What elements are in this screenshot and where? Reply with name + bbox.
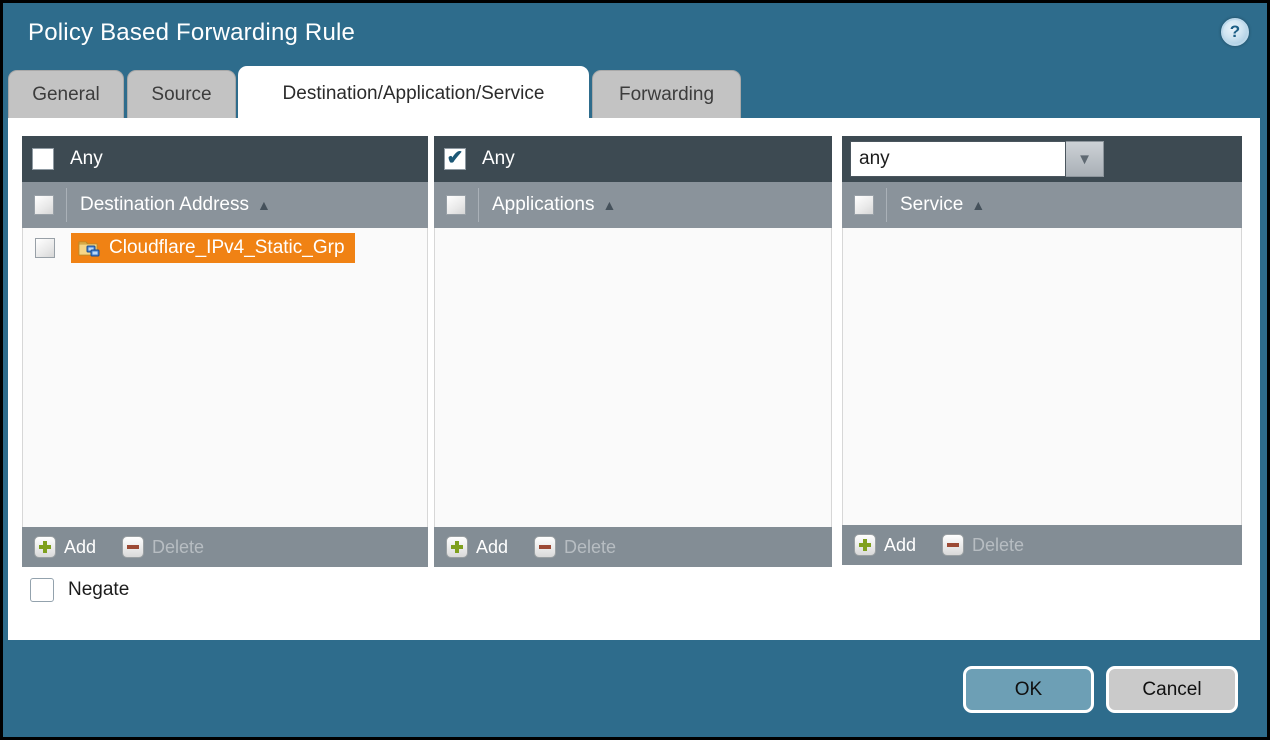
list-item: Cloudflare_IPv4_Static_Grp xyxy=(23,228,427,268)
service-dropdown-value[interactable]: any xyxy=(850,141,1066,177)
destination-delete-button[interactable]: Delete xyxy=(122,536,204,558)
negate-row: Negate xyxy=(30,578,129,602)
service-header[interactable]: Service ▲ xyxy=(842,182,1242,228)
applications-footer: Add Delete xyxy=(434,527,832,567)
sort-ascending-icon: ▲ xyxy=(257,197,271,213)
delete-icon xyxy=(122,536,144,558)
sort-ascending-icon: ▲ xyxy=(971,197,985,213)
header-divider xyxy=(478,188,479,222)
destination-address-header[interactable]: Destination Address ▲ xyxy=(22,182,428,228)
add-icon xyxy=(34,536,56,558)
service-footer: Add Delete xyxy=(842,525,1242,565)
cancel-button[interactable]: Cancel xyxy=(1106,666,1238,713)
service-dropdown: any ▼ xyxy=(850,141,1104,177)
applications-delete-button[interactable]: Delete xyxy=(534,536,616,558)
add-button-label: Add xyxy=(64,537,96,558)
applications-select-all-checkbox[interactable] xyxy=(446,195,466,215)
destination-header-label: Destination Address xyxy=(80,194,249,216)
service-any-bar: any ▼ xyxy=(842,136,1242,182)
tab-forwarding[interactable]: Forwarding xyxy=(592,70,741,118)
negate-label: Negate xyxy=(68,579,129,601)
delete-button-label: Delete xyxy=(152,537,204,558)
service-select-all-checkbox[interactable] xyxy=(854,195,874,215)
add-button-label: Add xyxy=(476,537,508,558)
header-divider xyxy=(66,188,67,222)
applications-any-checkbox[interactable]: ✔ xyxy=(444,148,466,170)
applications-list xyxy=(434,228,832,527)
negate-checkbox[interactable] xyxy=(30,578,54,602)
applications-header[interactable]: Applications ▲ xyxy=(434,182,832,228)
destination-item-cloudflare-grp[interactable]: Cloudflare_IPv4_Static_Grp xyxy=(71,233,355,263)
add-icon xyxy=(446,536,468,558)
tab-content-panel: Any Destination Address ▲ xyxy=(8,118,1260,640)
checkmark-icon: ✔ xyxy=(447,148,464,168)
delete-button-label: Delete xyxy=(564,537,616,558)
destination-item-label: Cloudflare_IPv4_Static_Grp xyxy=(109,237,345,259)
destination-any-bar: Any xyxy=(22,136,428,182)
dialog-title: Policy Based Forwarding Rule xyxy=(28,19,355,47)
add-button-label: Add xyxy=(884,535,916,556)
service-list xyxy=(842,228,1242,525)
address-group-icon xyxy=(77,238,101,258)
applications-column: ✔ Any Applications ▲ Add Delete xyxy=(434,136,832,567)
destination-any-label: Any xyxy=(70,148,103,170)
service-dropdown-button[interactable]: ▼ xyxy=(1066,141,1104,177)
destination-address-column: Any Destination Address ▲ xyxy=(22,136,428,567)
applications-add-button[interactable]: Add xyxy=(446,536,508,558)
tab-general[interactable]: General xyxy=(8,70,124,118)
destination-select-all-checkbox[interactable] xyxy=(34,195,54,215)
header-divider xyxy=(886,188,887,222)
destination-footer: Add Delete xyxy=(22,527,428,567)
destination-address-list: Cloudflare_IPv4_Static_Grp xyxy=(22,228,428,527)
destination-item-checkbox[interactable] xyxy=(35,238,55,258)
service-add-button[interactable]: Add xyxy=(854,534,916,556)
help-icon[interactable]: ? xyxy=(1221,18,1249,46)
applications-any-label: Any xyxy=(482,148,515,170)
chevron-down-icon: ▼ xyxy=(1077,151,1092,168)
delete-button-label: Delete xyxy=(972,535,1024,556)
tab-source[interactable]: Source xyxy=(127,70,236,118)
policy-forwarding-dialog: Policy Based Forwarding Rule ? General S… xyxy=(3,3,1267,737)
add-icon xyxy=(854,534,876,556)
delete-icon xyxy=(942,534,964,556)
destination-any-checkbox[interactable] xyxy=(32,148,54,170)
service-delete-button[interactable]: Delete xyxy=(942,534,1024,556)
applications-any-bar: ✔ Any xyxy=(434,136,832,182)
service-header-label: Service xyxy=(900,194,963,216)
sort-ascending-icon: ▲ xyxy=(602,197,616,213)
delete-icon xyxy=(534,536,556,558)
applications-header-label: Applications xyxy=(492,194,594,216)
destination-add-button[interactable]: Add xyxy=(34,536,96,558)
ok-button[interactable]: OK xyxy=(963,666,1094,713)
tab-destination-application-service[interactable]: Destination/Application/Service xyxy=(238,66,589,121)
service-column: any ▼ Service ▲ Add xyxy=(842,136,1242,565)
